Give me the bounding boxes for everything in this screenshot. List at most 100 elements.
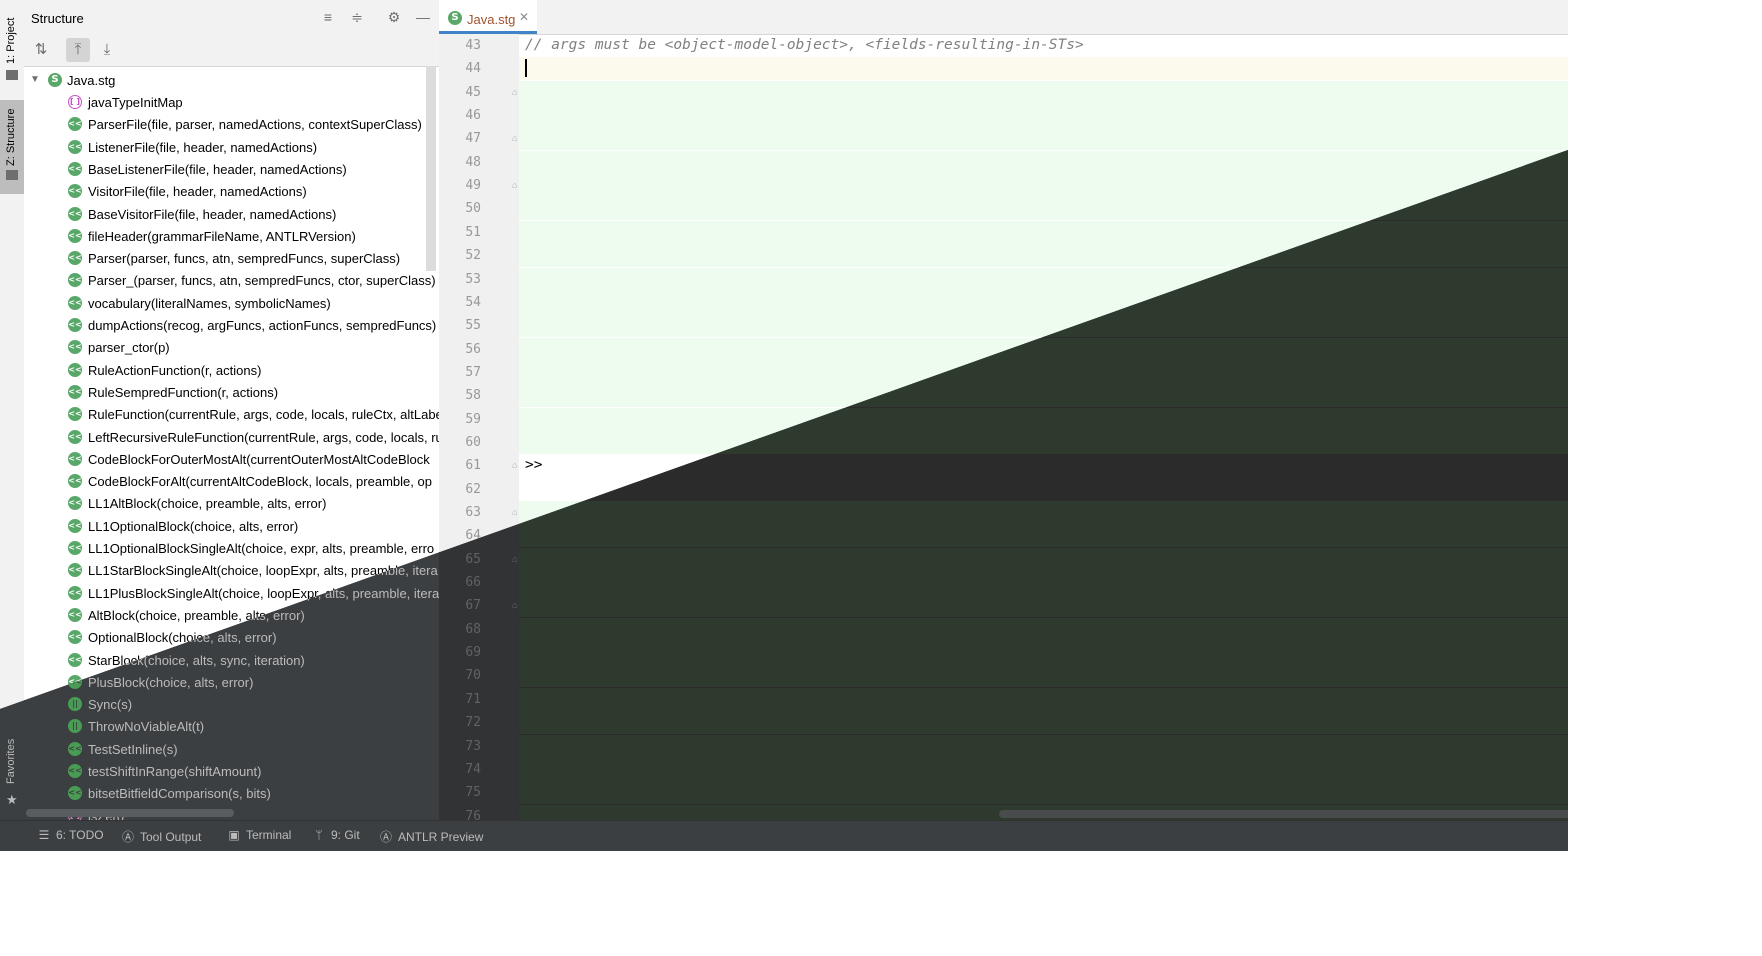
folder-icon [6,70,18,80]
todo-tab[interactable]: ☰ 6: TODO [36,828,104,846]
line-number: 62 [465,481,481,497]
code-token: >> [525,457,543,474]
expand-all-icon[interactable]: ≡ [320,9,336,25]
expand-arrow-icon[interactable]: ▼ [30,74,40,85]
line-number: 55 [465,318,481,334]
tab-favorites-label: Favorites [5,738,17,784]
antlr-preview-tab[interactable]: Ⓐ ANTLR Preview [378,828,483,846]
close-tab-icon[interactable]: ✕ [519,10,529,24]
template-icon: << [68,184,82,199]
template-icon: << [68,228,82,243]
structure-horizontal-scrollbar[interactable] [26,809,234,817]
antlr-preview-tab-label: ANTLR Preview [398,830,484,844]
template-icon: << [68,451,82,466]
template-icon: << [68,161,82,176]
line-number: 69 [465,645,481,661]
template-icon: << [68,273,82,288]
line-number: 53 [465,271,481,287]
tree-item-label: ListenerFile(file, header, namedActions) [88,139,318,155]
template-highlight [519,571,1568,595]
template-icon: << [68,563,82,578]
tab-structure[interactable]: Z: Structure [0,100,24,194]
terminal-tab[interactable]: ▣ Terminal [226,828,291,846]
tree-item-label: RuleActionFunction(r, actions) [88,362,262,378]
tab-favorites[interactable]: ★ Favorites [0,730,24,812]
line-number: 48 [465,154,481,170]
fold-marker-icon[interactable]: ⌂ [512,133,517,143]
line-number: 52 [465,248,481,264]
hide-icon[interactable]: — [415,9,431,25]
line-number: 43 [465,38,481,53]
template-highlight [519,547,1568,571]
line-number: 71 [465,691,481,707]
template-icon: << [68,206,82,221]
tab-project[interactable]: 1: Project [0,4,24,86]
template-icon: << [68,541,82,555]
template-icon: << [68,139,82,154]
line-number: 57 [465,364,481,380]
dictionary-icon: [ ] [68,95,82,109]
autoscroll-from-source-button[interactable]: ⤓ [95,38,119,62]
line-number: 68 [465,621,481,637]
tree-item-label: ThrowNoViableAlt(t) [88,719,205,735]
code-token: // args must be <object-model-object>, <… [525,37,1084,53]
template-highlight [519,641,1568,665]
fold-marker-icon[interactable]: ⌂ [512,87,517,97]
stg-file-icon: S [448,11,462,25]
ide-window: 1: Project Z: Structure ★ Favorites Structur… [0,0,1568,851]
gear-icon[interactable]: ⚙ [386,9,402,25]
sort-alphabetically-button[interactable]: ⇅ [29,38,53,62]
editor-tab-java-stg[interactable]: S Java.stg✕ [439,0,537,34]
tree-item-label: BaseVisitorFile(file, header, namedActio… [88,206,337,222]
template-highlight [519,687,1568,711]
line-number: 59 [465,411,481,427]
tree-item-label: BaseListenerFile(file, header, namedActi… [88,161,347,177]
line-number: 51 [465,224,481,240]
structure-vertical-scrollbar[interactable] [426,66,436,271]
fold-marker-icon[interactable]: ⌂ [512,460,517,470]
tree-item-label: LL1OptionalBlock(choice, alts, error) [88,518,299,534]
template-icon: << [68,741,82,756]
stg-file-icon: S [48,73,62,87]
template-icon: << [68,318,82,332]
tree-item-label: TestSetInline(s) [88,741,178,757]
template-icon: << [68,251,82,266]
code-line: >> [525,454,542,477]
fold-marker-icon[interactable]: ⌂ [512,180,517,190]
tree-item-label: fileHeader(grammarFileName, ANTLRVersion… [88,228,356,244]
template-highlight [519,617,1568,641]
collapse-all-icon[interactable]: ≑ [349,9,365,25]
template-highlight [519,150,1568,174]
template-icon: << [68,652,82,667]
fold-marker-icon[interactable]: ⌂ [512,554,517,564]
line-number: 75 [465,785,481,801]
tree-item-label: parser_ctor(p) [88,340,170,356]
tree-item-label: bitsetBitfieldComparison(s, bits) [88,786,271,802]
antlr-icon: Ⓐ [379,830,392,844]
tree-item-label: PlusBlock(choice, alts, error) [88,674,254,690]
template-icon: << [68,474,82,489]
fold-marker-icon[interactable]: ⌂ [512,507,517,517]
region-icon: || [68,719,82,734]
line-number: 60 [465,434,481,450]
git-tab[interactable]: ᛘ 9: Git [311,828,359,846]
tree-item-label: ParserFile(file, parser, namedActions, c… [88,117,422,133]
structure-icon [6,170,18,180]
template-icon: << [68,340,82,355]
tree-item-label: CodeBlockForAlt(currentAltCodeBlock, loc… [88,474,432,490]
line-number: 65 [465,551,481,567]
autoscroll-to-source-button[interactable]: ⤒ [66,38,90,62]
editor-tab-label: Java.stg [467,12,516,27]
line-number: 47 [465,131,481,147]
tree-item-label: Parser_(parser, funcs, atn, sempredFuncs… [88,273,436,289]
structure-panel-title: Structure [31,11,84,26]
bottom-tool-bar: ☰ 6: TODO Ⓐ Tool Output ▣ Terminal ᛘ 9: Git Ⓐ ANT… [0,820,1568,851]
tab-project-label: 1: Project [5,17,17,64]
template-icon: << [68,117,82,132]
tool-output-tab[interactable]: Ⓐ Tool Output [120,828,201,846]
template-highlight [519,734,1568,758]
editor-horizontal-scrollbar[interactable] [999,810,1568,818]
list-icon: ☰ [38,828,50,842]
fold-marker-icon[interactable]: ⌂ [512,600,517,610]
line-number: 46 [465,108,481,124]
